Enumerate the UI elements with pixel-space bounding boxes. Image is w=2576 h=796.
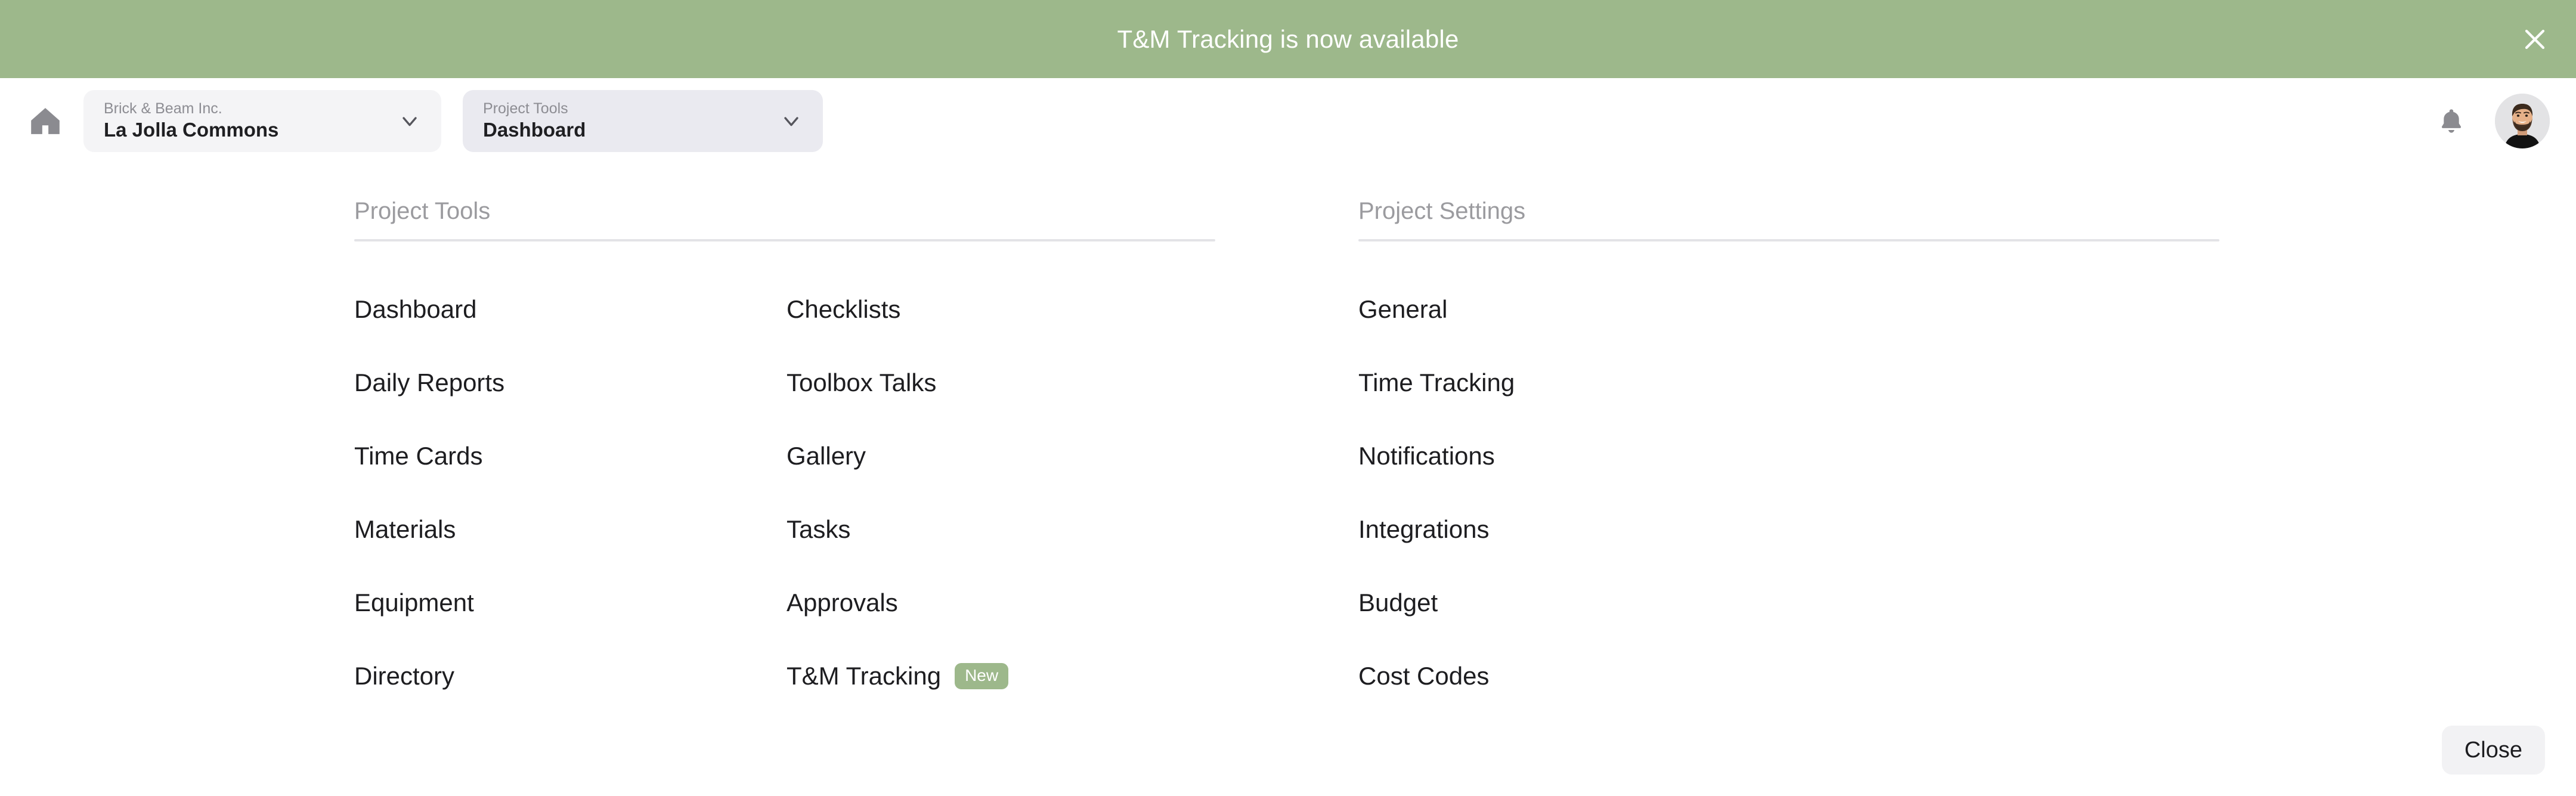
menu-item-notifications[interactable]: Notifications <box>1358 419 1791 493</box>
home-icon[interactable] <box>21 97 69 145</box>
menu-item-directory[interactable]: Directory <box>354 639 787 713</box>
menu-item-cost-codes[interactable]: Cost Codes <box>1358 639 1791 713</box>
menu-item-label: Time Tracking <box>1358 368 1515 397</box>
navbar-left-section: Brick & Beam Inc. La Jolla Commons Proje… <box>21 89 844 152</box>
menu-item-integrations[interactable]: Integrations <box>1358 493 1791 566</box>
menu-item-label: Toolbox Talks <box>787 368 937 397</box>
organization-label: Brick & Beam Inc. <box>104 100 222 117</box>
menu-column-one: Dashboard Daily Reports Time Cards Mater… <box>354 272 787 713</box>
menu-item-label: Directory <box>354 661 455 690</box>
menu-item-dashboard[interactable]: Dashboard <box>354 272 787 346</box>
menu-item-tm-tracking[interactable]: T&M Tracking New <box>787 639 1009 713</box>
menu-item-label: Gallery <box>787 441 866 470</box>
menu-group-divider <box>354 239 1215 241</box>
menu-item-equipment[interactable]: Equipment <box>354 566 787 639</box>
bell-icon[interactable] <box>2433 103 2470 140</box>
menu-group-title: Project Settings <box>1358 198 1526 224</box>
project-tools-texts: Project Tools Dashboard <box>483 100 586 142</box>
menu-item-label: Dashboard <box>354 295 477 323</box>
menu-item-label: Notifications <box>1358 441 1495 470</box>
menu-item-materials[interactable]: Materials <box>354 493 787 566</box>
menu-item-label: Cost Codes <box>1358 661 1490 690</box>
menu-column-two: Checklists Toolbox Talks Gallery Tasks A… <box>787 272 1009 713</box>
organization-project-select[interactable]: Brick & Beam Inc. La Jolla Commons <box>83 89 441 152</box>
menu-item-label: Equipment <box>354 588 474 617</box>
project-tools-mega-menu: Project Tools Dashboard Daily Reports Ti… <box>0 163 2576 796</box>
chevron-down-icon <box>396 107 423 135</box>
top-navigation-bar: Brick & Beam Inc. La Jolla Commons Proje… <box>0 78 2576 163</box>
menu-item-label: Approvals <box>787 588 898 617</box>
menu-item-label: Checklists <box>787 295 901 323</box>
menu-item-label: Integrations <box>1358 515 1490 543</box>
menu-item-toolbox-talks[interactable]: Toolbox Talks <box>787 346 1008 419</box>
menu-columns: Project Tools Dashboard Daily Reports Ti… <box>0 199 2576 713</box>
menu-group-divider <box>1358 239 2219 241</box>
menu-group-items: General Time Tracking Notifications Inte… <box>1358 272 2219 713</box>
menu-item-checklists[interactable]: Checklists <box>787 272 1008 346</box>
menu-group-items: Dashboard Daily Reports Time Cards Mater… <box>354 272 1215 713</box>
menu-item-label: Time Cards <box>354 441 483 470</box>
menu-item-time-tracking[interactable]: Time Tracking <box>1358 346 1791 419</box>
menu-item-general[interactable]: General <box>1358 272 1791 346</box>
menu-item-gallery[interactable]: Gallery <box>787 419 1008 493</box>
project-tools-value: Dashboard <box>483 119 586 141</box>
menu-item-label: General <box>1358 295 1448 323</box>
menu-item-approvals[interactable]: Approvals <box>787 566 1008 639</box>
avatar[interactable] <box>2495 93 2550 148</box>
menu-item-label: Budget <box>1358 588 1438 617</box>
project-name-value: La Jolla Commons <box>104 119 279 141</box>
close-button[interactable]: Close <box>2441 726 2545 775</box>
menu-item-tasks[interactable]: Tasks <box>787 493 1008 566</box>
project-tools-label: Project Tools <box>483 100 568 117</box>
menu-item-label: Daily Reports <box>354 368 505 397</box>
chevron-down-icon <box>778 107 805 135</box>
announcement-banner: T&M Tracking is now available <box>0 0 2576 78</box>
menu-item-daily-reports[interactable]: Daily Reports <box>354 346 787 419</box>
menu-item-budget[interactable]: Budget <box>1358 566 1791 639</box>
menu-group-project-tools: Project Tools Dashboard Daily Reports Ti… <box>354 199 1215 713</box>
status-badge: New <box>955 662 1009 689</box>
menu-column-one: General Time Tracking Notifications Inte… <box>1358 272 1791 713</box>
organization-project-texts: Brick & Beam Inc. La Jolla Commons <box>104 100 278 142</box>
navbar-right-section <box>2433 93 2550 148</box>
menu-item-label: Tasks <box>787 515 851 543</box>
menu-item-time-cards[interactable]: Time Cards <box>354 419 787 493</box>
menu-item-label: T&M Tracking <box>787 661 942 690</box>
menu-group-project-settings: Project Settings General Time Tracking N… <box>1358 199 2219 713</box>
menu-item-label: Materials <box>354 515 456 543</box>
announcement-banner-text: T&M Tracking is now available <box>1117 24 1459 53</box>
close-icon[interactable] <box>2515 20 2555 59</box>
menu-group-title: Project Tools <box>354 198 491 224</box>
project-tools-select[interactable]: Project Tools Dashboard <box>463 89 823 152</box>
